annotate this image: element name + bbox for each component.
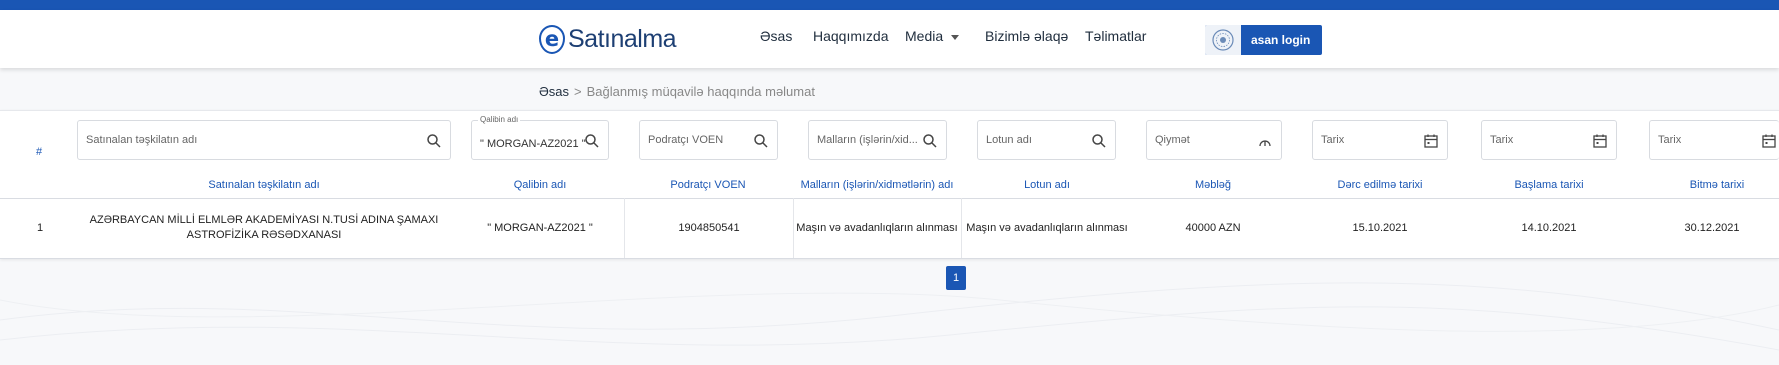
goods-filter[interactable]: Malların (işlərin/xid...: [808, 120, 947, 160]
calendar-icon: [1424, 134, 1438, 148]
search-icon: [754, 134, 768, 148]
calendar-icon: [1762, 134, 1776, 148]
row-amount: 40000 AZN: [1185, 221, 1241, 234]
org-name-filter-placeholder: Satınalan təşkilatın adı: [86, 134, 198, 146]
column-header-voen[interactable]: Podratçı VOEN: [670, 179, 745, 191]
nav-item-media[interactable]: Media: [905, 28, 960, 44]
site-logo[interactable]: e Satınalma: [539, 24, 677, 54]
row-goods: Maşın və avadanlıqların alınması: [796, 221, 958, 234]
end-date-filter[interactable]: Tarix: [1649, 120, 1779, 160]
row-published-date: 15.10.2021: [1352, 221, 1408, 234]
start-date-placeholder: Tarix: [1490, 134, 1514, 146]
search-icon: [923, 134, 937, 148]
column-divider: [624, 198, 625, 258]
breadcrumb-separator: >: [574, 84, 582, 99]
nav-item-about[interactable]: Haqqımızda: [813, 28, 888, 44]
goods-filter-placeholder: Malların (işlərin/xid...: [817, 134, 918, 146]
row-org-name: AZƏRBAYCAN MİLLİ ELMLƏR AKADEMİYASI N.TU…: [89, 214, 439, 241]
breadcrumb-home[interactable]: Əsas: [539, 84, 569, 99]
row-voen: 1904850541: [678, 221, 740, 234]
search-icon: [1092, 134, 1106, 148]
calendar-icon: [1593, 134, 1607, 148]
voen-filter[interactable]: Podratçı VOEN: [639, 120, 778, 160]
column-header-start[interactable]: Başlama tarixi: [1514, 179, 1583, 191]
row-lot: Maşın və avadanlıqların alınması: [966, 221, 1128, 234]
breadcrumb: Əsas > Bağlanmış müqavilə haqqında məlumat: [539, 84, 815, 99]
price-filter-placeholder: Qiymət: [1155, 134, 1190, 146]
index-column-header: #: [36, 146, 43, 158]
lot-filter[interactable]: Lotun adı: [977, 120, 1116, 160]
lot-filter-placeholder: Lotun adı: [986, 134, 1032, 146]
column-header-winner[interactable]: Qalibin adı: [514, 179, 567, 191]
breadcrumb-current: Bağlanmış müqavilə haqqında məlumat: [586, 84, 815, 99]
winner-name-filter[interactable]: Qalibin adı " MORGAN-AZ2021 ": [471, 115, 609, 160]
row-end-date: 30.12.2021: [1684, 221, 1740, 234]
column-header-goods[interactable]: Malların (işlərin/xidmətlərin) adı: [801, 179, 954, 191]
published-date-filter[interactable]: Tarix: [1312, 120, 1448, 160]
asan-seal-icon: [1205, 25, 1241, 55]
row-winner: " MORGAN-AZ2021 ": [487, 221, 593, 234]
range-icon: [1259, 140, 1271, 147]
price-filter[interactable]: Qiymət: [1146, 120, 1282, 160]
row-index: 1: [36, 221, 44, 234]
site-header: e Satınalma Əsas Haqqımızda Media Biziml…: [0, 10, 1779, 68]
asan-login-button[interactable]: asan login: [1205, 25, 1322, 55]
column-header-published[interactable]: Dərc edilmə tarixi: [1338, 179, 1423, 191]
end-date-placeholder: Tarix: [1658, 134, 1682, 146]
search-icon: [585, 134, 599, 148]
asan-login-label: asan login: [1251, 33, 1311, 47]
background-wave-pattern: [0, 282, 1779, 351]
chevron-down-icon: [951, 34, 960, 40]
pagination-page-1[interactable]: 1: [946, 266, 966, 290]
nav-item-instructions[interactable]: Təlimatlar: [1085, 28, 1146, 44]
winner-filter-value: " MORGAN-AZ2021 ": [480, 138, 586, 150]
column-header-org[interactable]: Satınalan təşkilatın adı: [208, 179, 319, 191]
top-accent-bar: [0, 0, 1779, 10]
search-icon: [427, 134, 441, 148]
nav-item-contact[interactable]: Bizimlə əlaqə: [985, 28, 1068, 44]
row-start-date: 14.10.2021: [1521, 221, 1577, 234]
start-date-filter[interactable]: Tarix: [1481, 120, 1617, 160]
published-date-placeholder: Tarix: [1321, 134, 1345, 146]
winner-filter-label: Qalibin adı: [478, 115, 521, 124]
column-header-lot[interactable]: Lotun adı: [1024, 179, 1070, 191]
e-logo-icon: e: [539, 24, 565, 54]
nav-item-media-label: Media: [905, 28, 944, 44]
org-name-filter[interactable]: Satınalan təşkilatın adı: [77, 120, 451, 160]
column-header-amount[interactable]: Məbləğ: [1195, 179, 1231, 191]
logo-text: Satınalma: [568, 24, 677, 53]
voen-filter-placeholder: Podratçı VOEN: [648, 134, 724, 146]
nav-item-home[interactable]: Əsas: [760, 28, 792, 44]
column-header-end[interactable]: Bitmə tarixi: [1690, 179, 1744, 191]
